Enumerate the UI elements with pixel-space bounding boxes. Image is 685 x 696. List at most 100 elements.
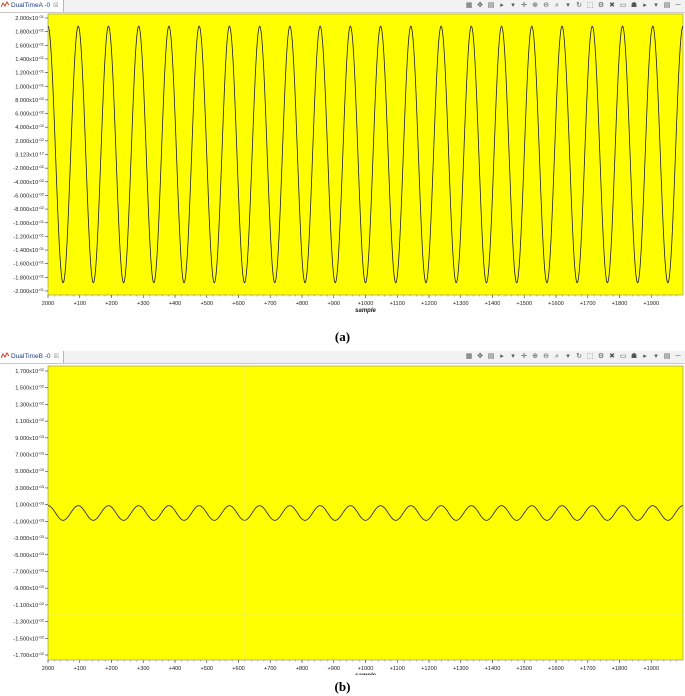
layout-icon[interactable]: ▦	[464, 352, 474, 362]
close-icon[interactable]: ☒	[53, 3, 58, 9]
y-tick-label: 1.400x10-01	[15, 55, 45, 63]
zoom-fit-icon[interactable]: ⊖	[541, 1, 551, 11]
x-tick-label: +1400	[485, 301, 501, 307]
y-tick-label: -1.500x10-02	[13, 634, 44, 642]
y-tick-label: -8.000x10-02	[13, 205, 44, 213]
view-tab-b[interactable]: DualTimeB -0 ☒	[0, 351, 64, 363]
layout-icon[interactable]: ▦	[464, 1, 474, 11]
window-icon[interactable]: ▾	[651, 352, 661, 362]
y-tick-label: 1.800x10-01	[15, 28, 45, 36]
grid-icon[interactable]: ▤	[486, 1, 496, 11]
menu-icon[interactable]: ⌕	[552, 352, 562, 362]
x-tick-label: +200	[105, 666, 118, 672]
settings-icon[interactable]: ⬚	[585, 352, 595, 362]
y-tick-label: -1.000x10-03	[13, 517, 44, 525]
x-tick-label: +1900	[643, 301, 659, 307]
minimize-icon[interactable]: ▤	[662, 352, 672, 362]
binoculars-icon[interactable]: ▭	[618, 1, 628, 11]
zoom-in-icon[interactable]: ✛	[519, 1, 529, 11]
x-tick-label: +1700	[580, 301, 596, 307]
window-icon[interactable]: ▾	[651, 1, 661, 11]
delete-icon[interactable]: ⚙	[596, 1, 606, 11]
x-tick-label: +1300	[453, 301, 469, 307]
window-icon[interactable]: ✖	[607, 352, 617, 362]
y-tick-label: 3.123x10-17	[15, 151, 45, 159]
menu-icon[interactable]: ☗	[629, 1, 639, 11]
x-tick-label: +900	[327, 301, 340, 307]
view-tab-a[interactable]: DualTimeA -0 ☒	[0, 0, 64, 12]
figure-caption: (a)	[334, 329, 351, 344]
x-tick-label: +1400	[485, 666, 501, 672]
x-tick-label: +700	[264, 301, 277, 307]
y-tick-label: 1.700x10-02	[15, 367, 45, 375]
cursor-icon[interactable]: ✥	[475, 1, 485, 11]
y-tick-label: 7.000x10-03	[15, 451, 45, 459]
table-icon[interactable]: ▸	[640, 352, 650, 362]
x-tick-label: +500	[200, 666, 213, 672]
y-tick-label: 6.000x10-02	[15, 110, 45, 118]
menu-icon[interactable]: ⌕	[552, 1, 562, 11]
y-tick-label: 9.000x10-03	[15, 434, 45, 442]
time-plot-b[interactable]: 1.700x10-02 1.500x10-02 1.300x10-02 1.100x1…	[0, 363, 685, 675]
zoom-out-icon[interactable]: ⊕	[530, 352, 540, 362]
x-tick-label: +800	[296, 301, 309, 307]
play-icon[interactable]: ▸	[497, 352, 507, 362]
x-tick-label: +1100	[390, 666, 405, 672]
close-icon[interactable]: ☒	[54, 354, 59, 360]
x-tick-label: +1700	[580, 666, 596, 672]
figure-caption: (b)	[334, 679, 351, 694]
x-tick-label: +600	[232, 666, 245, 672]
grid-icon[interactable]: ▤	[486, 352, 496, 362]
y-tick-label: -1.400x10-01	[13, 246, 44, 254]
tab-title: DualTimeA -0	[11, 2, 51, 9]
select-icon[interactable]: ↻	[574, 352, 584, 362]
window-icon[interactable]: ✖	[607, 1, 617, 11]
table-icon[interactable]: ▸	[640, 1, 650, 11]
refresh-icon[interactable]: ▾	[563, 352, 573, 362]
x-tick-label: 2000	[42, 666, 54, 672]
menu-icon[interactable]: ▾	[508, 1, 518, 11]
y-tick-label: -4.000x10-02	[13, 178, 44, 186]
binoculars-icon[interactable]: ▭	[618, 352, 628, 362]
menu-icon[interactable]: ▾	[508, 352, 518, 362]
panel-a: DualTimeA -0 ☒ ▦ ✥ ▤ ▸ ▾ ✛ ⊕ ⊖ ⌕ ▾ ↻ ⬚ ⚙ ✖ ▭ ☗ ▸ ▾ ▤ ─ 2.000…	[0, 0, 685, 345]
zoom-in-icon[interactable]: ✛	[519, 352, 529, 362]
cursor-icon[interactable]: ✥	[475, 352, 485, 362]
x-tick-label: +1800	[612, 666, 628, 672]
y-tick-label: -1.000x10-01	[13, 219, 44, 227]
maximize-icon[interactable]: ─	[673, 1, 683, 11]
y-tick-label: -2.000x10-01	[13, 287, 44, 295]
minimize-icon[interactable]: ▤	[662, 1, 672, 11]
play-icon[interactable]: ▸	[497, 1, 507, 11]
refresh-icon[interactable]: ▾	[563, 1, 573, 11]
delete-icon[interactable]: ⚙	[596, 352, 606, 362]
x-tick-label: +1600	[548, 301, 564, 307]
select-icon[interactable]: ↻	[574, 1, 584, 11]
x-tick-label: +100	[73, 666, 86, 672]
y-tick-label: -1.200x10-01	[13, 232, 44, 240]
zoom-fit-icon[interactable]: ⊖	[541, 352, 551, 362]
y-tick-label: 5.000x10-03	[15, 467, 45, 475]
y-tick-label: 1.600x10-01	[15, 41, 45, 49]
x-tick-label: +1200	[421, 666, 437, 672]
menu-icon[interactable]: ☗	[629, 352, 639, 362]
plot-area[interactable]	[47, 13, 684, 296]
y-tick-label: -3.000x10-03	[13, 534, 44, 542]
y-tick-label: -1.700x10-02	[13, 651, 44, 659]
view-toolbar: ▦ ✥ ▤ ▸ ▾ ✛ ⊕ ⊖ ⌕ ▾ ↻ ⬚ ⚙ ✖ ▭ ☗ ▸ ▾ ▤ ─	[464, 352, 683, 362]
y-tick-label: -1.800x10-01	[13, 273, 44, 281]
settings-icon[interactable]: ⬚	[585, 1, 595, 11]
y-tick-label: -7.000x10-03	[13, 567, 44, 575]
plot-area[interactable]	[47, 365, 684, 661]
y-tick-label: -1.300x10-02	[13, 618, 44, 626]
y-tick-label: 8.000x10-02	[15, 96, 45, 104]
x-tick-label: +1600	[548, 666, 564, 672]
tab-title: DualTimeB -0	[11, 353, 51, 360]
zoom-out-icon[interactable]: ⊕	[530, 1, 540, 11]
y-tick-label: 1.200x10-01	[15, 69, 45, 77]
maximize-icon[interactable]: ─	[673, 352, 683, 362]
time-plot-a[interactable]: 2.000x10-01 1.800x10-01 1.600x10-01 1.400x1…	[0, 12, 685, 322]
y-tick-label: 1.000x10-01	[15, 82, 45, 90]
x-tick-label: +1900	[643, 666, 659, 672]
view-toolbar: ▦ ✥ ▤ ▸ ▾ ✛ ⊕ ⊖ ⌕ ▾ ↻ ⬚ ⚙ ✖ ▭ ☗ ▸ ▾ ▤ ─	[464, 1, 683, 11]
